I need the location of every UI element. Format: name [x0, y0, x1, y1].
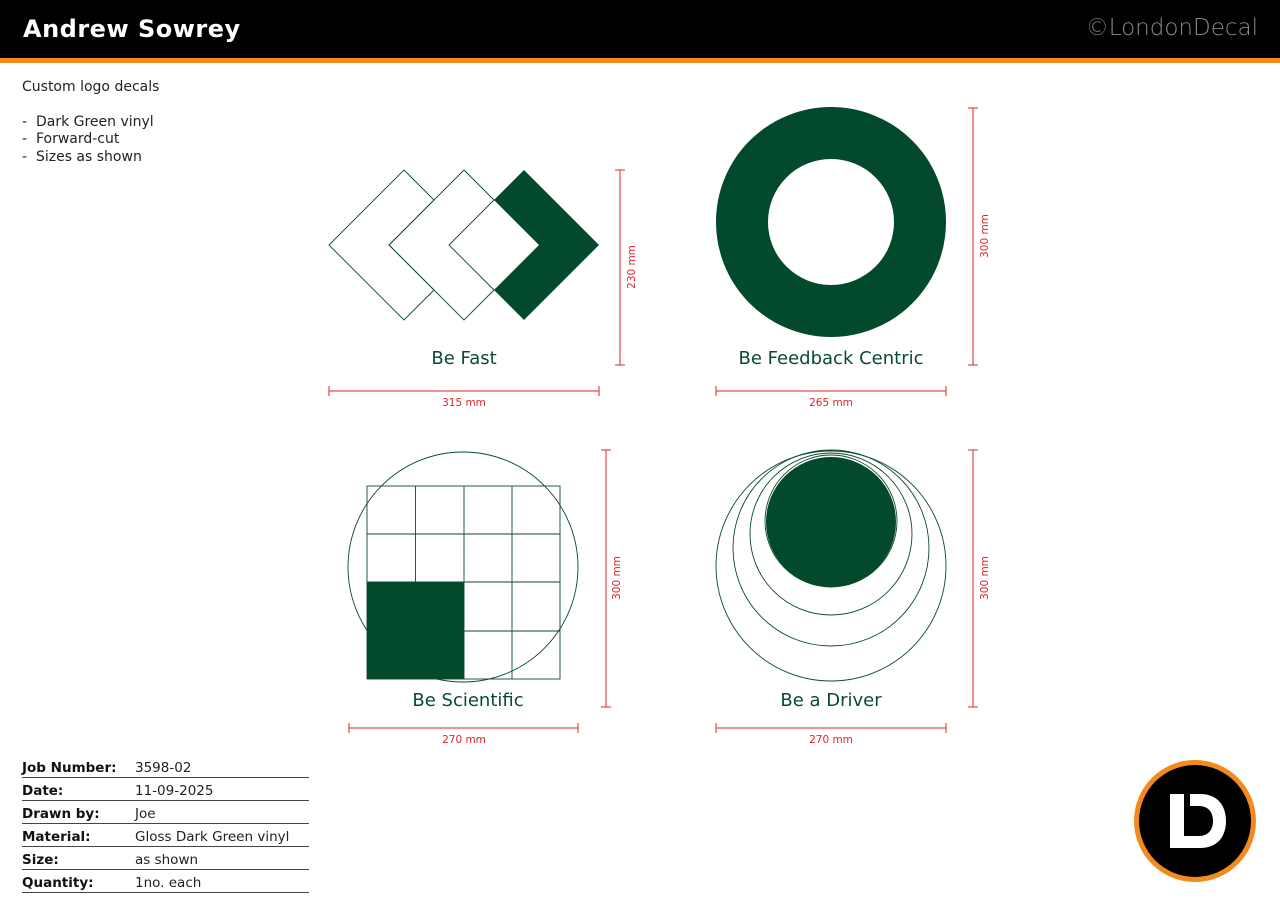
- be-fast-chevron-solid: [494, 170, 599, 320]
- be-a-driver-width: 270 mm: [809, 734, 853, 746]
- job-info-key: Drawn by:: [22, 806, 100, 822]
- be-feedback-centric-decal: Be Feedback Centric 265 mm 300 mm: [715, 107, 991, 409]
- job-info-value: 3598-02: [135, 760, 192, 776]
- be-feedback-centric-height: 300 mm: [979, 214, 991, 258]
- job-info-key: Date:: [22, 783, 64, 799]
- be-fast-chevron-outline: [388, 169, 495, 321]
- job-info-table: Job Number: 3598-02 Date: 11-09-2025 Dra…: [22, 755, 309, 893]
- be-scientific-width: 270 mm: [442, 734, 486, 746]
- job-info-row: Date: 11-09-2025: [22, 778, 309, 801]
- be-a-driver-decal: Be a Driver 270 mm 300 mm: [715, 449, 991, 746]
- job-info-row: Quantity: 1no. each: [22, 870, 309, 893]
- be-feedback-centric-label: Be Feedback Centric: [739, 348, 924, 369]
- be-a-driver-height: 300 mm: [979, 556, 991, 600]
- job-info-row: Job Number: 3598-02: [22, 755, 309, 778]
- be-scientific-height: 300 mm: [611, 556, 623, 600]
- job-info-row: Material: Gloss Dark Green vinyl: [22, 824, 309, 847]
- job-info-value: Gloss Dark Green vinyl: [135, 829, 290, 845]
- scientific-solid-square: [367, 582, 464, 679]
- be-a-driver-label: Be a Driver: [780, 690, 882, 711]
- job-info-value: as shown: [135, 852, 199, 868]
- job-info-value: Joe: [135, 806, 156, 822]
- be-fast-width: 315 mm: [442, 397, 486, 409]
- job-info-value: 11-09-2025: [135, 783, 214, 799]
- be-fast-height: 230 mm: [626, 245, 638, 289]
- job-info-key: Job Number:: [22, 760, 117, 776]
- be-feedback-centric-width: 265 mm: [809, 397, 853, 409]
- be-fast-decal: Be Fast 315 mm 230 mm: [328, 169, 638, 409]
- driver-solid-circle: [766, 457, 896, 587]
- job-info-key: Quantity:: [22, 875, 94, 891]
- london-decal-logo-icon: [1134, 760, 1256, 882]
- be-fast-chevron-outline: [328, 169, 435, 321]
- job-info-row: Size: as shown: [22, 847, 309, 870]
- be-scientific-decal: Be Scientific 270 mm 300 mm: [347, 449, 623, 746]
- job-info-row: Drawn by: Joe: [22, 801, 309, 824]
- be-scientific-label: Be Scientific: [412, 690, 523, 711]
- be-fast-label: Be Fast: [431, 348, 496, 369]
- feedback-ring: [716, 107, 946, 337]
- job-info-value: 1no. each: [135, 875, 202, 891]
- job-info-key: Material:: [22, 829, 91, 845]
- job-info-key: Size:: [22, 852, 59, 868]
